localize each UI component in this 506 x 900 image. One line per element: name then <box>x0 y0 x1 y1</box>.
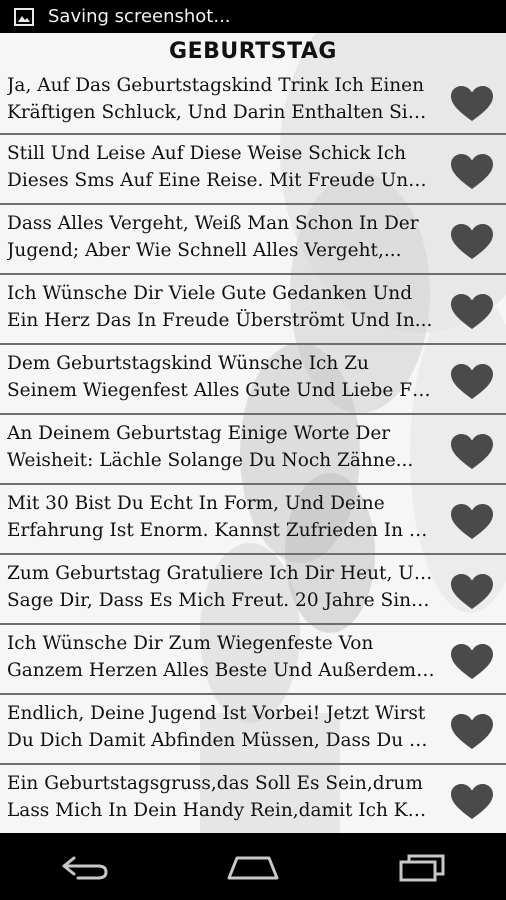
list-item[interactable]: Ja, Auf Das Geburtstagskind Trink Ich Ei… <box>0 67 506 135</box>
recents-button[interactable] <box>392 847 452 887</box>
favorite-button[interactable] <box>450 222 494 262</box>
quote-line-2: Jugend; Aber Wie Schnell Alles Vergeht,.… <box>7 240 402 261</box>
home-button[interactable] <box>223 847 283 887</box>
heart-icon <box>451 154 493 189</box>
favorite-button[interactable] <box>450 502 494 542</box>
quote-text: Dem Geburtstagskind Wünsche Ich Zu Seinem… <box>0 345 436 404</box>
quote-line-1: Endlich, Deine Jugend Ist Vorbei! Jetzt … <box>7 703 426 724</box>
heart-icon <box>451 574 493 609</box>
heart-icon <box>451 784 493 819</box>
list-item[interactable]: An Deinem Geburtstag Einige Worte Der Wei… <box>0 415 506 485</box>
heart-icon <box>451 364 493 399</box>
heart-icon <box>451 294 493 329</box>
list-item[interactable]: Ich Wünsche Dir Viele Gute Gedanken Und E… <box>0 275 506 345</box>
list-item[interactable]: Ein Geburtstagsgruss,das Soll Es Sein,dr… <box>0 765 506 833</box>
favorite-button[interactable] <box>450 642 494 682</box>
quote-line-1: Ich Wünsche Dir Zum Wiegenfeste Von <box>7 633 374 654</box>
quote-line-2: Dieses Sms Auf Eine Reise. Mit Freude Un… <box>7 170 436 191</box>
quote-text: Zum Geburtstag Gratuliere Ich Dir Heut, … <box>0 555 436 614</box>
quote-text: Endlich, Deine Jugend Ist Vorbei! Jetzt … <box>0 695 436 754</box>
list-item[interactable]: Dem Geburtstagskind Wünsche Ich Zu Seinem… <box>0 345 506 415</box>
recents-icon <box>399 854 445 881</box>
quote-text: Mit 30 Bist Du Echt In Form, Und Deine Er… <box>0 485 436 544</box>
back-icon <box>62 856 108 879</box>
favorite-button[interactable] <box>450 84 494 124</box>
quote-text: An Deinem Geburtstag Einige Worte Der Wei… <box>0 415 436 474</box>
quote-text: Ja, Auf Das Geburtstagskind Trink Ich Ei… <box>0 67 436 126</box>
list-item[interactable]: Zum Geburtstag Gratuliere Ich Dir Heut, … <box>0 555 506 625</box>
heart-icon <box>451 86 493 121</box>
quote-line-1: Zum Geburtstag Gratuliere Ich Dir Heut, … <box>7 563 436 584</box>
quote-line-1: Still Und Leise Auf Diese Weise Schick I… <box>7 143 407 164</box>
quote-line-1: Mit 30 Bist Du Echt In Form, Und Deine <box>7 493 385 514</box>
favorite-button[interactable] <box>450 292 494 332</box>
favorite-button[interactable] <box>450 782 494 822</box>
quote-line-2: Sage Dir, Dass Es Mich Freut. 20 Jahre S… <box>7 590 436 611</box>
back-button[interactable] <box>54 847 114 887</box>
quote-line-1: Ich Wünsche Dir Viele Gute Gedanken Und <box>7 283 413 304</box>
content-area: GEBURTSTAG Ja, Auf Das Geburtstagskind T… <box>0 33 506 833</box>
quote-line-2: Weisheit: Lächle Solange Du Noch Zähne..… <box>7 450 414 471</box>
quote-line-1: Dass Alles Vergeht, Weiß Man Schon In De… <box>7 213 419 234</box>
list-item[interactable]: Mit 30 Bist Du Echt In Form, Und Deine Er… <box>0 485 506 555</box>
quote-line-2: Erfahrung Ist Enorm. Kannst Zufrieden In… <box>7 520 436 541</box>
image-icon <box>14 7 34 26</box>
quote-line-2: Lass Mich In Dein Handy Rein,damit Ich K… <box>7 800 436 821</box>
heart-icon <box>451 644 493 679</box>
heart-icon <box>451 504 493 539</box>
quote-line-2: Ein Herz Das In Freude Überströmt Und In… <box>7 310 433 331</box>
quote-line-2: Kräftigen Schluck, Und Darin Enthalten S… <box>7 102 436 123</box>
quote-line-1: Dem Geburtstagskind Wünsche Ich Zu <box>7 353 369 374</box>
list-item[interactable]: Still Und Leise Auf Diese Weise Schick I… <box>0 135 506 205</box>
quote-text: Ich Wünsche Dir Viele Gute Gedanken Und E… <box>0 275 436 334</box>
quote-text: Ich Wünsche Dir Zum Wiegenfeste Von Ganze… <box>0 625 436 684</box>
quote-line-2: Ganzem Herzen Alles Beste Und Außerdem .… <box>7 660 436 681</box>
favorite-button[interactable] <box>450 712 494 752</box>
quote-line-1: Ein Geburtstagsgruss,das Soll Es Sein,dr… <box>7 773 423 794</box>
quote-line-1: Ja, Auf Das Geburtstagskind Trink Ich Ei… <box>7 75 425 96</box>
quote-text: Dass Alles Vergeht, Weiß Man Schon In De… <box>0 205 436 264</box>
favorite-button[interactable] <box>450 362 494 402</box>
list-item[interactable]: Endlich, Deine Jugend Ist Vorbei! Jetzt … <box>0 695 506 765</box>
heart-icon <box>451 714 493 749</box>
navigation-bar <box>0 833 506 900</box>
quote-line-1: An Deinem Geburtstag Einige Worte Der <box>7 423 391 444</box>
favorite-button[interactable] <box>450 432 494 472</box>
quote-text: Still Und Leise Auf Diese Weise Schick I… <box>0 135 436 194</box>
list-item[interactable]: Ich Wünsche Dir Zum Wiegenfeste Von Ganze… <box>0 625 506 695</box>
quote-text: Ein Geburtstagsgruss,das Soll Es Sein,dr… <box>0 765 436 824</box>
status-bar: Saving screenshot... <box>0 0 506 33</box>
status-text: Saving screenshot... <box>48 6 231 27</box>
quote-line-2: Seinem Wiegenfest Alles Gute Und Liebe F… <box>7 380 436 401</box>
heart-icon <box>451 434 493 469</box>
quote-list: Ja, Auf Das Geburtstagskind Trink Ich Ei… <box>0 67 506 833</box>
home-icon <box>227 856 279 879</box>
page-title: GEBURTSTAG <box>169 39 337 64</box>
heart-icon <box>451 224 493 259</box>
favorite-button[interactable] <box>450 152 494 192</box>
quote-line-2: Du Dich Damit Abfinden Müssen, Dass Du Z… <box>7 730 436 751</box>
favorite-button[interactable] <box>450 572 494 612</box>
list-item[interactable]: Dass Alles Vergeht, Weiß Man Schon In De… <box>0 205 506 275</box>
